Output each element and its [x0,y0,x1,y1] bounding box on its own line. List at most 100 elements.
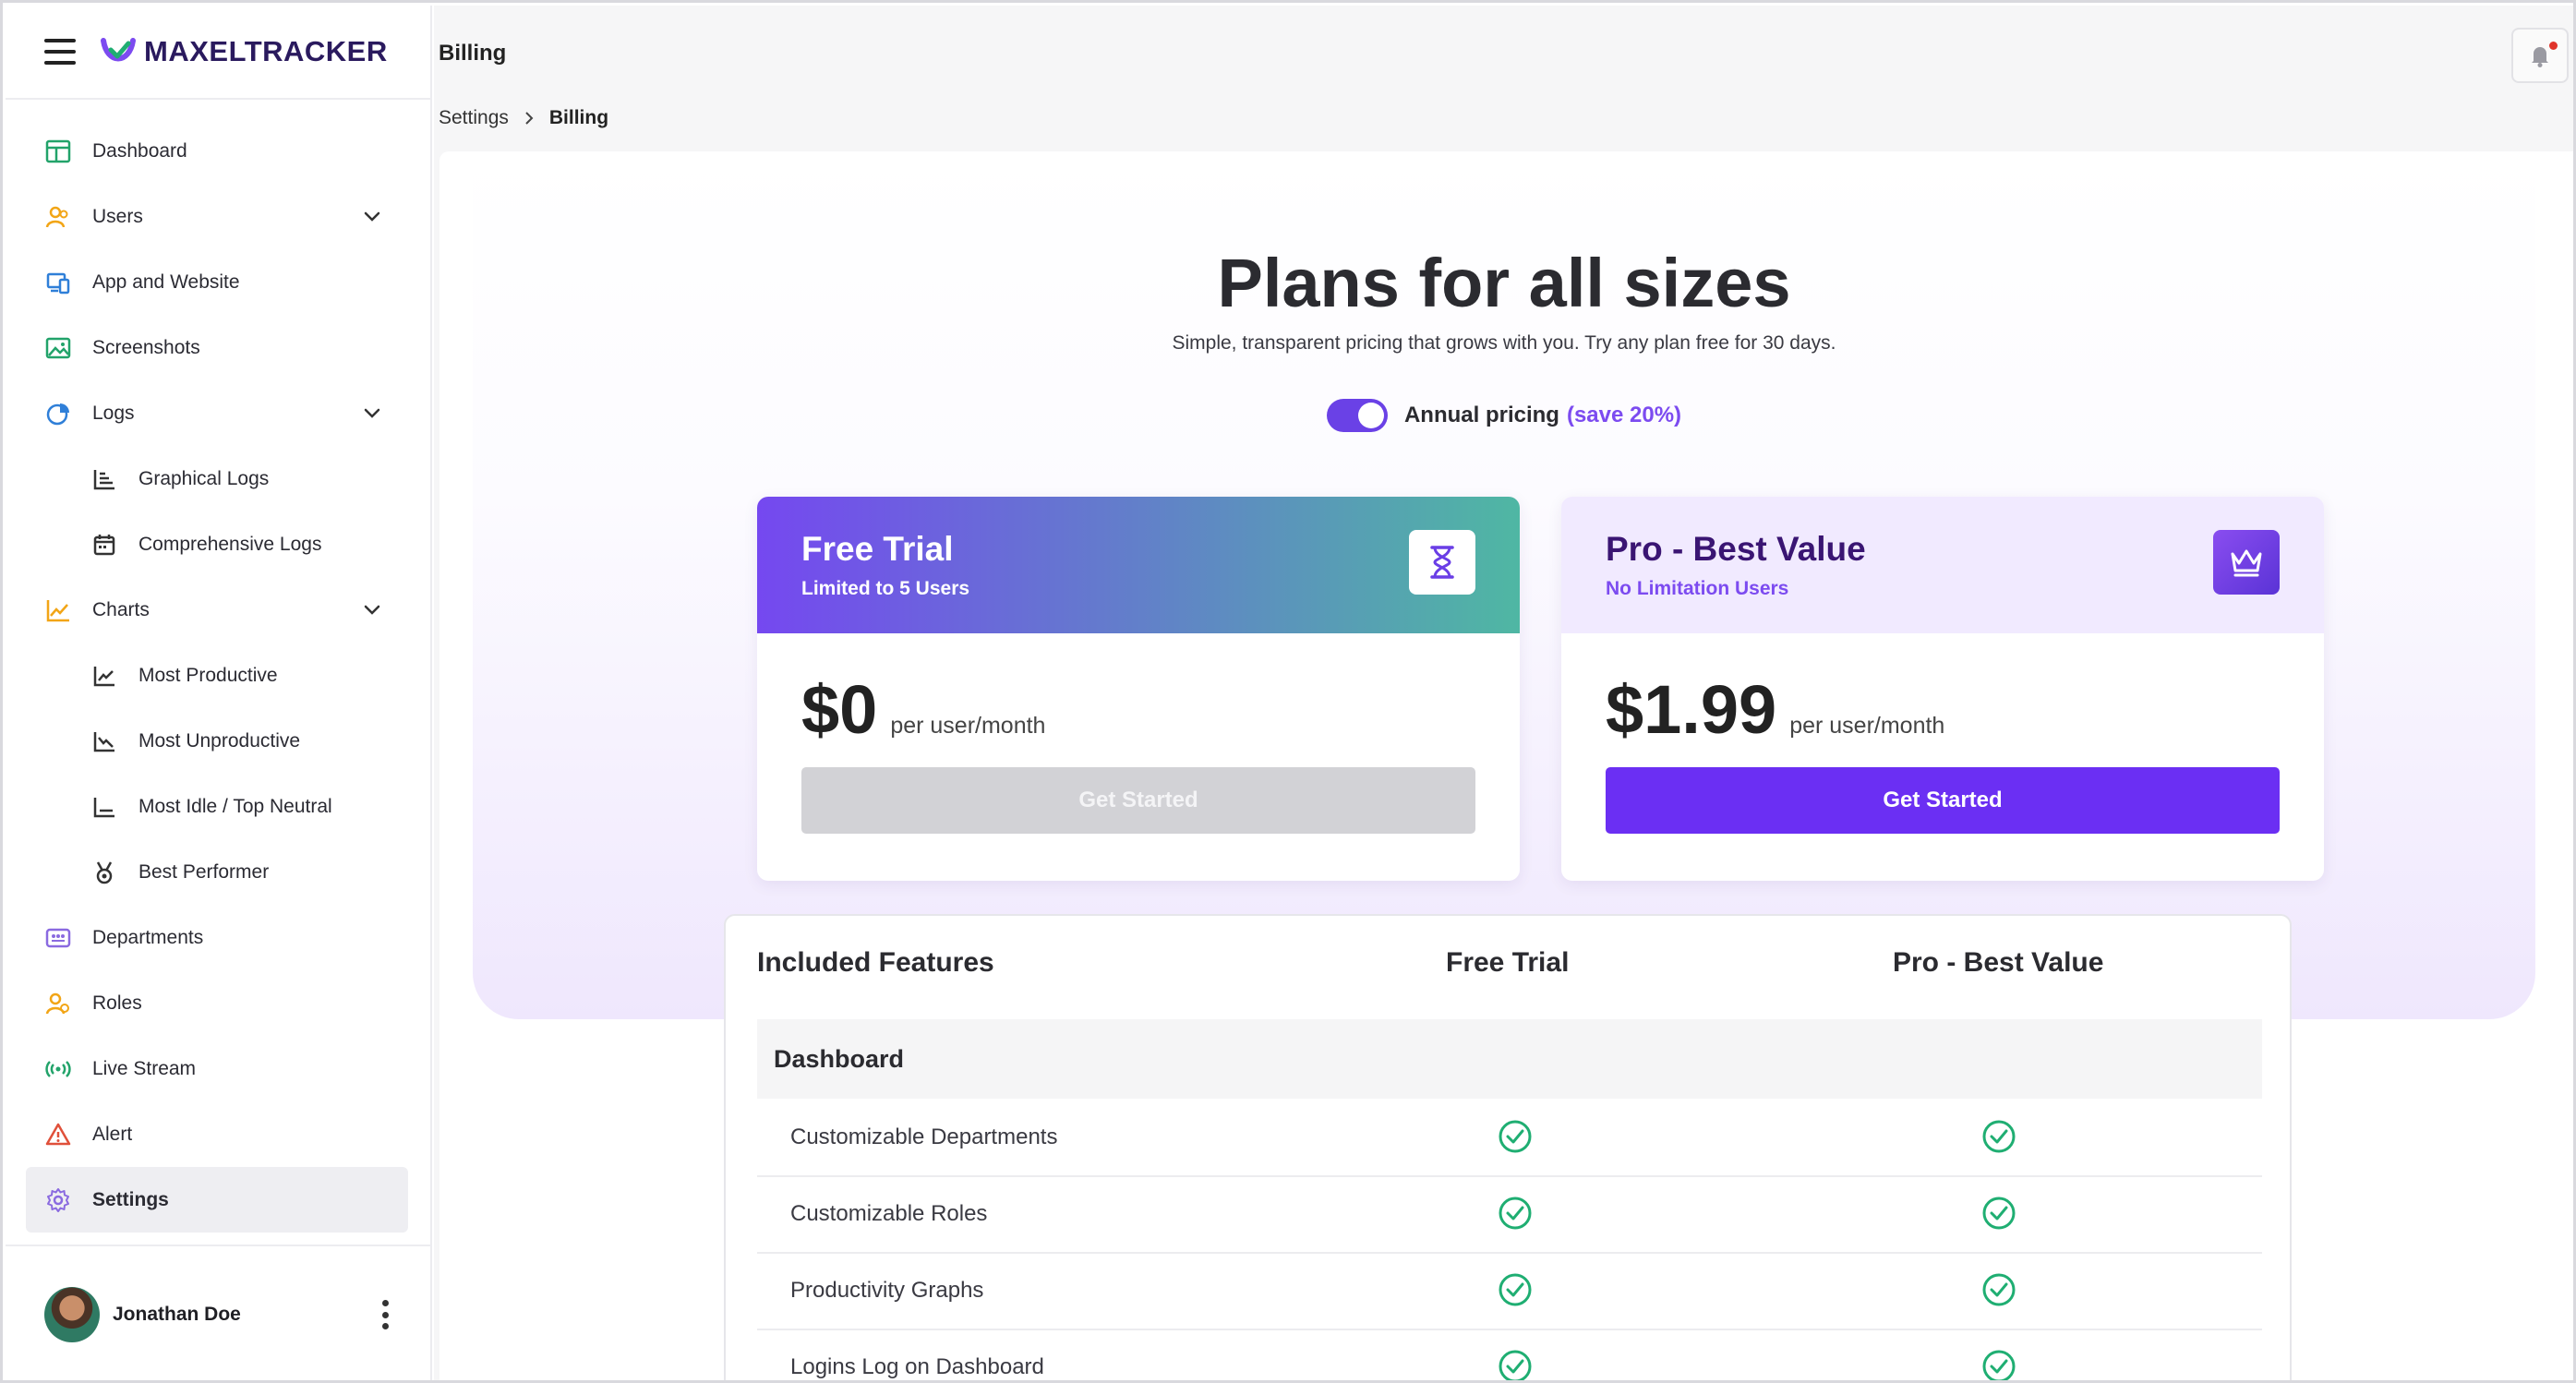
sidebar-item-label: Best Performer [138,860,270,883]
feature-name: Productivity Graphs [790,1278,984,1303]
plan-header: Free Trial Limited to 5 Users [757,497,1520,633]
plan-name: Free Trial [801,530,954,568]
sidebar-header: MAXELTRACKER [6,6,430,100]
sidebar-item-label: Screenshots [92,336,200,358]
sidebar-item-label: Logs [92,402,135,424]
plan-body: $0 per user/month Get Started [757,633,1520,834]
sidebar-item-label: Most Productive [138,664,278,686]
crown-icon [2213,530,2280,595]
plan-card-pro: Pro - Best Value No Limitation Users $1.… [1561,497,2324,881]
sidebar-item-comprehensive-logs[interactable]: Comprehensive Logs [6,511,430,577]
bar-chart-icon [90,465,118,493]
price-row: $0 per user/month [801,670,1475,749]
chevron-down-icon[interactable] [362,403,382,423]
logo-mark-icon [101,38,136,62]
sidebar-item-users[interactable]: Users [6,184,430,249]
sidebar-item-live-stream[interactable]: Live Stream [6,1036,430,1101]
check-circle-icon [1982,1197,2016,1230]
column-header-pro: Pro - Best Value [1893,947,2104,978]
check-circle-icon [1499,1120,1532,1153]
sidebar-item-charts[interactable]: Charts [6,577,430,643]
roles-icon [44,990,72,1017]
check-circle-icon [1982,1350,2016,1380]
sidebar-item-most-productive[interactable]: Most Productive [6,643,430,708]
app-logo[interactable]: MAXELTRACKER [100,33,388,70]
chevron-right-icon [525,112,534,125]
breadcrumb: Settings Billing [439,107,608,129]
department-icon [44,924,72,952]
sidebar-item-label: App and Website [92,271,240,293]
sidebar-item-label: Alert [92,1123,133,1145]
breadcrumb-billing: Billing [548,107,609,128]
sidebar-item-best-performer[interactable]: Best Performer [6,839,430,905]
sidebar-item-departments[interactable]: Departments [6,905,430,970]
notification-badge [2549,42,2558,50]
feature-name: Logins Log on Dashboard [790,1354,1044,1379]
plan-header: Pro - Best Value No Limitation Users [1561,497,2324,633]
sidebar-item-alert[interactable]: Alert [6,1101,430,1167]
trend-up-icon [90,662,118,690]
plan-price-unit: per user/month [1789,713,1945,739]
get-started-pro-button[interactable]: Get Started [1606,767,2280,834]
feature-name: Customizable Roles [790,1201,988,1226]
sidebar-item-label: Settings [92,1188,169,1210]
medal-icon [90,859,118,886]
devices-icon [44,269,72,296]
hero-subtitle: Simple, transparent pricing that grows w… [1172,332,1836,354]
plan-limit: No Limitation Users [1606,578,1789,599]
sidebar-item-screenshots[interactable]: Screenshots [6,315,430,380]
get-started-free-button[interactable]: Get Started [801,767,1475,834]
broadcast-icon [44,1055,72,1083]
table-row: Productivity Graphs [757,1254,2262,1330]
sidebar-item-most-idle[interactable]: Most Idle / Top Neutral [6,774,430,839]
notifications-button[interactable] [2511,28,2569,83]
features-table: Included Features Free Trial Pro - Best … [724,914,2292,1380]
sidebar-item-settings[interactable]: Settings [26,1167,408,1233]
user-profile[interactable]: Jonathan Doe [6,1245,430,1380]
sidebar-item-label: Live Stream [92,1057,197,1079]
gear-icon [44,1186,72,1214]
menu-icon[interactable] [44,39,76,65]
user-name: Jonathan Doe [113,1304,241,1325]
plan-limit: Limited to 5 Users [801,578,970,599]
toggle-label: Annual pricing [1403,403,1559,427]
feature-name: Customizable Departments [790,1124,1058,1149]
check-circle-icon [1499,1197,1532,1230]
hero-title: Plans for all sizes [1217,245,1791,321]
sidebar-item-label: Graphical Logs [138,467,270,489]
sidebar-item-dashboard[interactable]: Dashboard [6,118,430,184]
annual-pricing-toggle[interactable] [1326,399,1388,432]
pie-chart-icon [44,400,72,427]
sidebar: MAXELTRACKER Dashboard Users App and Web… [6,6,432,1380]
annual-pricing-row: Annual pricing (save 20%) [473,399,2535,432]
plan-price-unit: per user/month [890,713,1046,739]
plan-card-free: Free Trial Limited to 5 Users $0 per use… [757,497,1520,881]
table-row: Logins Log on Dashboard [757,1330,2262,1380]
sidebar-item-logs[interactable]: Logs [6,380,430,446]
sidebar-item-most-unproductive[interactable]: Most Unproductive [6,708,430,774]
users-icon [44,203,72,231]
sidebar-item-graphical-logs[interactable]: Graphical Logs [6,446,430,511]
plan-name: Pro - Best Value [1606,530,1866,568]
chevron-down-icon[interactable] [362,599,382,619]
sidebar-item-label: Comprehensive Logs [138,533,322,555]
chevron-down-icon[interactable] [362,206,382,226]
logo-text: MAXELTRACKER [144,35,388,67]
pricing-hero: Plans for all sizes Simple, transparent … [473,151,2535,1019]
breadcrumb-settings[interactable]: Settings [439,107,509,129]
plan-price: $0 [801,671,878,748]
dashboard-icon [44,138,72,165]
sidebar-item-roles[interactable]: Roles [6,970,430,1036]
sidebar-item-label: Dashboard [92,139,187,162]
billing-card: Plans for all sizes Simple, transparent … [439,151,2573,1380]
features-section-dashboard: Dashboard [757,1019,2262,1099]
avatar[interactable] [44,1287,100,1342]
alert-icon [44,1121,72,1148]
more-options-icon[interactable] [382,1300,390,1329]
toggle-save-label: (save 20%) [1566,403,1682,427]
main-content: Billing Settings Billing Plans for all s… [434,6,2573,1380]
page-title: Billing [439,41,507,66]
calendar-icon [90,531,118,559]
sidebar-item-app-and-website[interactable]: App and Website [6,249,430,315]
features-header: Included Features Free Trial Pro - Best … [757,947,2262,993]
